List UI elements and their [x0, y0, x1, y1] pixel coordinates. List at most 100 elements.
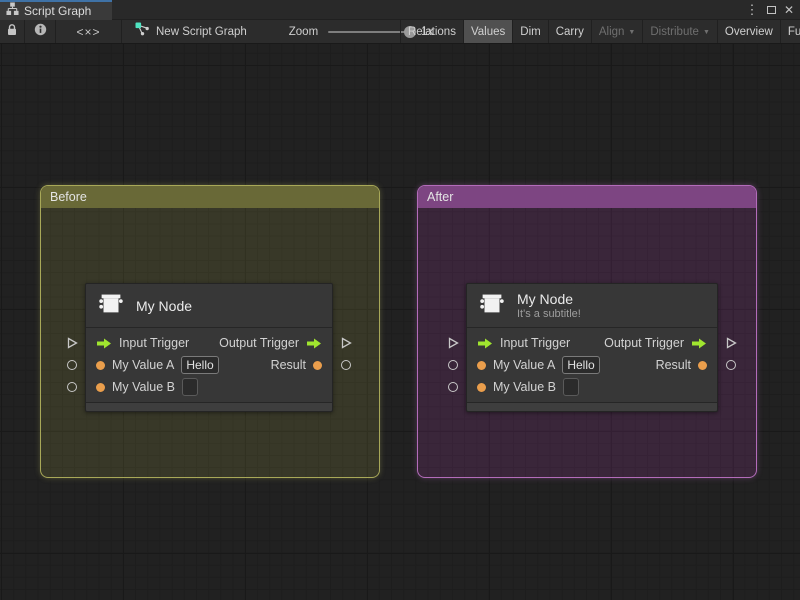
- inspect-button[interactable]: [25, 20, 56, 43]
- tab-bar: Script Graph ⋮ ✕: [0, 0, 800, 20]
- value-port-icon: [96, 382, 105, 392]
- graph-name-label: New Script Graph: [156, 25, 247, 38]
- maximize-box: [766, 6, 776, 14]
- graph-toolbar: <×> New Script Graph Zoom 1x Relations V…: [0, 20, 800, 44]
- group-before-title: Before: [50, 190, 87, 204]
- node-my-node-before[interactable]: My Node Input Trigger Output Trigger My …: [85, 283, 333, 412]
- lock-button[interactable]: [0, 20, 25, 43]
- script-graph-window: Script Graph ⋮ ✕ <×> New Script Graph Zo…: [0, 0, 800, 600]
- zoom-label: Zoom: [288, 25, 319, 38]
- relations-toggle[interactable]: Relations: [400, 20, 463, 43]
- tab-script-graph[interactable]: Script Graph: [0, 0, 112, 20]
- value-port-icon: [313, 360, 322, 370]
- value-b-row: My Value B: [86, 376, 332, 398]
- my-value-b-label: My Value B: [112, 380, 175, 394]
- my-value-a-label: My Value A: [493, 358, 556, 372]
- node-header[interactable]: My Node: [86, 284, 332, 328]
- my-value-a-label: My Value A: [112, 358, 175, 372]
- flow-output-port[interactable]: [340, 337, 352, 349]
- node-footer: [467, 402, 717, 411]
- output-trigger-label: Output Trigger: [604, 336, 684, 350]
- unit-node-icon: [477, 288, 507, 323]
- result-label: Result: [270, 358, 306, 372]
- value-a-row: My Value A Hello Result: [86, 354, 332, 376]
- value-a-field[interactable]: Hello: [562, 356, 600, 374]
- node-port-rows: Input Trigger Output Trigger My Value A …: [86, 328, 332, 402]
- script-graph-asset-icon: [135, 22, 150, 41]
- dim-toggle[interactable]: Dim: [512, 20, 547, 43]
- value-a-field[interactable]: Hello: [181, 356, 219, 374]
- output-trigger-label: Output Trigger: [219, 336, 299, 350]
- value-b-input-port[interactable]: [448, 382, 458, 392]
- tab-title: Script Graph: [24, 4, 92, 18]
- result-output-port[interactable]: [341, 360, 351, 370]
- distribute-dropdown[interactable]: Distribute ▼: [642, 20, 717, 43]
- node-titles: My Node It's a subtitle!: [517, 291, 581, 321]
- node-title: My Node: [136, 297, 193, 314]
- unit-node-icon: [96, 288, 126, 323]
- toolbar-right-group: Relations Values Dim Carry Align ▼ Distr…: [400, 20, 800, 43]
- value-b-input-port[interactable]: [67, 382, 77, 392]
- code-view-button[interactable]: <×>: [56, 20, 122, 43]
- dim-label: Dim: [520, 25, 541, 38]
- flow-arrow-icon: [96, 338, 112, 349]
- value-a-input-port[interactable]: [67, 360, 77, 370]
- flow-row: Input Trigger Output Trigger: [467, 332, 717, 354]
- graph-hierarchy-icon: [6, 2, 19, 20]
- group-after-header[interactable]: After: [418, 186, 756, 208]
- my-value-b-label: My Value B: [493, 380, 556, 394]
- value-port-icon: [96, 360, 105, 370]
- input-trigger-label: Input Trigger: [500, 336, 571, 350]
- toolbar-middle-group: New Script Graph Zoom 1x: [135, 20, 433, 43]
- result-label: Result: [655, 358, 691, 372]
- flow-input-port[interactable]: [447, 337, 459, 349]
- value-port-icon: [477, 360, 486, 370]
- value-b-field[interactable]: [182, 378, 198, 396]
- flow-arrow-icon: [306, 338, 322, 349]
- value-a-row: My Value A Hello Result: [467, 354, 717, 376]
- info-icon: [34, 23, 47, 41]
- result-output-port[interactable]: [726, 360, 736, 370]
- flow-arrow-icon: [477, 338, 493, 349]
- window-close-icon[interactable]: ✕: [781, 0, 797, 20]
- graph-canvas[interactable]: Before After My Node Input Trigger Outpu…: [0, 44, 800, 600]
- input-trigger-label: Input Trigger: [119, 336, 190, 350]
- node-after-wrap: My Node It's a subtitle! Input Trigger O…: [448, 283, 737, 412]
- carry-toggle[interactable]: Carry: [547, 20, 591, 43]
- values-label: Values: [470, 25, 506, 38]
- values-toggle[interactable]: Values: [462, 20, 513, 43]
- chevron-down-icon: ▼: [628, 29, 636, 36]
- code-view-icon: <×>: [76, 24, 101, 39]
- flow-input-port[interactable]: [66, 337, 78, 349]
- node-port-rows: Input Trigger Output Trigger My Value A …: [467, 328, 717, 402]
- value-a-input-port[interactable]: [448, 360, 458, 370]
- node-before-wrap: My Node Input Trigger Output Trigger My …: [67, 283, 352, 412]
- flow-row: Input Trigger Output Trigger: [86, 332, 332, 354]
- value-port-icon: [477, 382, 486, 392]
- flow-arrow-icon: [691, 338, 707, 349]
- node-title: My Node: [517, 290, 574, 307]
- align-dropdown[interactable]: Align ▼: [590, 20, 643, 43]
- overview-label: Overview: [724, 25, 773, 38]
- value-b-field[interactable]: [563, 378, 579, 396]
- value-port-icon: [698, 360, 707, 370]
- node-titles: My Node: [136, 298, 192, 314]
- window-menu-icon[interactable]: ⋮: [744, 0, 760, 20]
- full-screen-button[interactable]: Full Screen: [779, 20, 800, 43]
- flow-output-port[interactable]: [725, 337, 737, 349]
- toolbar-left-group: <×>: [0, 20, 122, 43]
- align-label: Align: [598, 25, 625, 38]
- node-my-node-after[interactable]: My Node It's a subtitle! Input Trigger O…: [466, 283, 718, 412]
- lock-icon: [6, 23, 18, 41]
- distribute-label: Distribute: [650, 25, 699, 38]
- relations-label: Relations: [408, 25, 456, 38]
- full-screen-label: Full Screen: [787, 25, 800, 38]
- node-header[interactable]: My Node It's a subtitle!: [467, 284, 717, 328]
- group-before-header[interactable]: Before: [41, 186, 379, 208]
- node-subtitle: It's a subtitle!: [517, 307, 581, 320]
- window-maximize-icon[interactable]: [763, 0, 779, 20]
- chevron-down-icon: ▼: [702, 29, 710, 36]
- overview-button[interactable]: Overview: [716, 20, 780, 43]
- node-footer: [86, 402, 332, 411]
- group-after-title: After: [427, 190, 454, 204]
